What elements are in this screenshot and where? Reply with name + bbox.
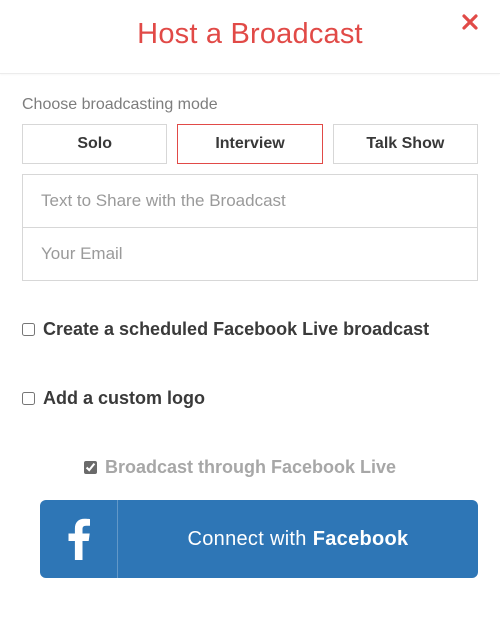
scheduled-checkbox-row: Create a scheduled Facebook Live broadca… — [22, 319, 478, 340]
mode-selector: Solo Interview Talk Show — [22, 124, 478, 164]
mode-solo-button[interactable]: Solo — [22, 124, 167, 164]
share-text-input[interactable] — [22, 174, 478, 228]
logo-checkbox[interactable] — [22, 392, 35, 405]
scheduled-checkbox[interactable] — [22, 323, 35, 336]
mode-interview-button[interactable]: Interview — [177, 124, 322, 164]
logo-checkbox-label[interactable]: Add a custom logo — [43, 388, 205, 409]
connect-facebook-label: Connect with Facebook — [118, 500, 478, 578]
facebook-icon — [67, 518, 91, 560]
page-title: Host a Broadcast — [20, 18, 480, 51]
close-button[interactable] — [462, 14, 478, 30]
connect-brand: Facebook — [313, 528, 409, 551]
through-checkbox[interactable] — [84, 461, 97, 474]
mode-talkshow-button[interactable]: Talk Show — [333, 124, 478, 164]
scheduled-checkbox-label[interactable]: Create a scheduled Facebook Live broadca… — [43, 319, 429, 340]
mode-section-label: Choose broadcasting mode — [22, 96, 478, 114]
close-icon — [462, 14, 478, 30]
logo-checkbox-row: Add a custom logo — [22, 388, 478, 409]
connect-facebook-button[interactable]: Connect with Facebook — [40, 500, 478, 578]
email-input[interactable] — [22, 228, 478, 281]
through-checkbox-row: Broadcast through Facebook Live — [84, 457, 478, 478]
connect-prefix: Connect with — [188, 528, 307, 551]
through-checkbox-label[interactable]: Broadcast through Facebook Live — [105, 457, 396, 478]
facebook-icon-wrap — [40, 500, 118, 578]
